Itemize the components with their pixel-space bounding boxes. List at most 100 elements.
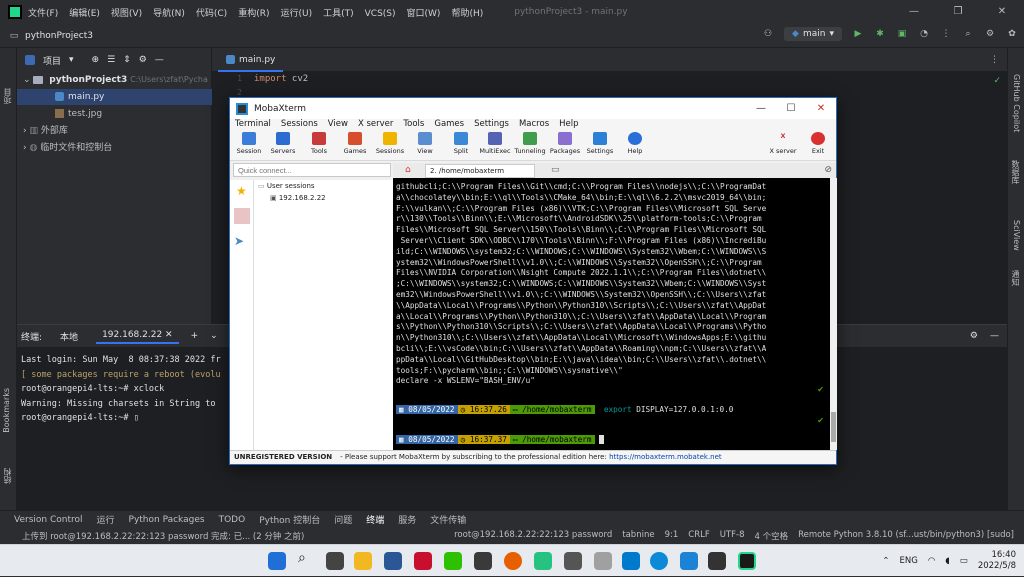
search-icon[interactable]: ⌕ bbox=[298, 550, 316, 568]
help-button[interactable]: Help bbox=[618, 132, 652, 155]
tab-home-mobaxterm[interactable]: 2. /home/mobaxterm bbox=[425, 164, 535, 178]
sessions-button[interactable]: Sessions bbox=[373, 132, 407, 155]
moba-menu-sessions[interactable]: Sessions bbox=[281, 119, 318, 131]
status-position[interactable]: 9:1 bbox=[665, 530, 679, 542]
edge-icon[interactable] bbox=[650, 552, 668, 570]
tool-run[interactable]: 运行 bbox=[97, 513, 115, 526]
session-item[interactable]: ▣ 192.168.2.22 bbox=[270, 194, 326, 202]
copilot-tool-label[interactable]: GitHub Copilot bbox=[1012, 74, 1021, 132]
more-icon[interactable]: ⋮ bbox=[940, 29, 952, 39]
status-indent[interactable]: 4 个空格 bbox=[755, 530, 789, 542]
structure-tool-label[interactable]: 结构 bbox=[2, 468, 13, 484]
moba-menu-view[interactable]: View bbox=[328, 119, 348, 131]
terminal-scrollbar[interactable] bbox=[830, 178, 837, 450]
chevron-up-icon[interactable]: ⌃ bbox=[882, 556, 889, 566]
minimize-icon[interactable]: — bbox=[746, 103, 776, 114]
tab-local[interactable]: 本地 bbox=[54, 328, 84, 345]
tab-remote[interactable]: 192.168.2.22 ✕ bbox=[96, 328, 179, 344]
project-tool-label[interactable]: 项目 bbox=[2, 88, 13, 104]
profile-icon[interactable]: ◔ bbox=[918, 29, 930, 39]
code-line[interactable]: import cv2 bbox=[254, 72, 308, 86]
xserver-button[interactable]: X X server bbox=[766, 132, 800, 155]
menu-vcs[interactable]: VCS(S) bbox=[365, 9, 396, 19]
word-icon[interactable] bbox=[384, 552, 402, 570]
tree-item-main-py[interactable]: main.py bbox=[17, 89, 212, 105]
split-button[interactable]: Split bbox=[444, 132, 478, 155]
hide-icon[interactable]: — bbox=[155, 55, 164, 65]
clock[interactable]: 16:40 2022/5/8 bbox=[978, 550, 1016, 572]
packages-button[interactable]: Packages bbox=[548, 132, 582, 155]
wifi-icon[interactable]: ◠ bbox=[928, 556, 935, 566]
pdf-icon[interactable] bbox=[414, 552, 432, 570]
moba-menu-terminal[interactable]: Terminal bbox=[235, 119, 271, 131]
menu-tools[interactable]: 工具(T) bbox=[323, 9, 354, 19]
minimize-icon[interactable]: — bbox=[892, 0, 936, 24]
tree-item-test-jpg[interactable]: test.jpg bbox=[17, 106, 212, 122]
tool-file-transfer[interactable]: 文件传输 bbox=[430, 513, 466, 526]
moba-menu-settings[interactable]: Settings bbox=[474, 119, 509, 131]
gear-icon[interactable]: ⚙ bbox=[984, 29, 996, 39]
collapse-icon[interactable]: ☰ bbox=[107, 55, 115, 65]
notifications-tool-label[interactable]: 通知 bbox=[1010, 270, 1021, 286]
moba-terminal[interactable]: githubcli;C:\\Program Files\\Git\\cmd;C:… bbox=[393, 178, 830, 450]
tool-todo[interactable]: TODO bbox=[219, 515, 246, 525]
moba-menu-xserver[interactable]: X server bbox=[358, 119, 393, 131]
moba-menu-tools[interactable]: Tools bbox=[403, 119, 424, 131]
tree-root[interactable]: ⌄ pythonProject3 C:\Users\zfat\Pycha bbox=[17, 72, 212, 88]
menu-edit[interactable]: 编辑(E) bbox=[69, 9, 100, 19]
session-button[interactable]: Session bbox=[232, 132, 266, 155]
status-message[interactable]: 上传到 root@192.168.2.22:22:123 password 完成… bbox=[22, 530, 304, 542]
github-desktop-icon[interactable] bbox=[564, 552, 582, 570]
moba-menu-help[interactable]: Help bbox=[559, 119, 578, 131]
settings-icon[interactable]: ✿ bbox=[1006, 29, 1018, 39]
close-icon[interactable]: ✕ bbox=[806, 103, 836, 114]
new-tab-icon[interactable]: ▭ bbox=[551, 165, 560, 175]
coverage-icon[interactable]: ▣ bbox=[896, 29, 908, 39]
status-tabnine[interactable]: tabnine bbox=[622, 530, 654, 542]
moba-menu-macros[interactable]: Macros bbox=[519, 119, 549, 131]
tool-services[interactable]: 服务 bbox=[398, 513, 416, 526]
firefox-icon[interactable] bbox=[504, 552, 522, 570]
tool-python-packages[interactable]: Python Packages bbox=[129, 515, 205, 525]
status-encoding[interactable]: UTF-8 bbox=[720, 530, 745, 542]
qq-icon[interactable] bbox=[534, 552, 552, 570]
tab-main-py[interactable]: main.py bbox=[218, 48, 284, 72]
tool-problems[interactable]: 问题 bbox=[334, 513, 352, 526]
vscode-icon[interactable] bbox=[622, 552, 640, 570]
restore-icon[interactable]: ❐ bbox=[936, 0, 980, 24]
multiexec-button[interactable]: MultiExec bbox=[478, 132, 512, 155]
tunneling-button[interactable]: Tunneling bbox=[513, 132, 547, 155]
status-line-sep[interactable]: CRLF bbox=[688, 530, 709, 542]
expand-icon[interactable]: ⇕ bbox=[123, 55, 131, 65]
branch-selector[interactable]: ◆ main ▾ bbox=[784, 27, 842, 41]
pycharm-taskbar-icon[interactable] bbox=[738, 552, 756, 570]
status-interpreter[interactable]: Remote Python 3.8.10 (sf...ust/bin/pytho… bbox=[798, 530, 1014, 542]
menu-refactor[interactable]: 重构(R) bbox=[238, 9, 269, 19]
gear-icon[interactable]: ⚙ bbox=[139, 55, 147, 65]
tree-item-scratches[interactable]: › ◍ 临时文件和控制台 bbox=[17, 140, 212, 156]
menu-run[interactable]: 运行(U) bbox=[280, 9, 312, 19]
mail-icon[interactable] bbox=[680, 552, 698, 570]
database-tool-label[interactable]: 数据库 bbox=[1010, 160, 1021, 184]
tools-button[interactable]: Tools bbox=[302, 132, 336, 155]
close-icon[interactable]: ✕ bbox=[980, 0, 1024, 24]
menu-view[interactable]: 视图(V) bbox=[111, 9, 142, 19]
run-icon[interactable]: ▶ bbox=[852, 29, 864, 39]
chevron-down-icon[interactable]: ⌄ bbox=[210, 331, 218, 341]
scrollbar-thumb[interactable] bbox=[831, 412, 836, 442]
status-connection[interactable]: root@192.168.2.22:22:123 password bbox=[454, 530, 612, 542]
terminal-app-icon[interactable] bbox=[708, 552, 726, 570]
menu-code[interactable]: 代码(C) bbox=[196, 9, 227, 19]
terminal-output[interactable]: Last login: Sun May 8 08:37:38 2022 fr [ … bbox=[21, 353, 221, 426]
tree-item-external-libs[interactable]: › ▥ 外部库 bbox=[17, 123, 212, 139]
exit-button[interactable]: Exit bbox=[801, 132, 835, 155]
menu-window[interactable]: 窗口(W) bbox=[407, 9, 441, 19]
quick-connect-input[interactable] bbox=[233, 163, 391, 177]
tool-terminal[interactable]: 终端 bbox=[366, 513, 384, 526]
servers-button[interactable]: Servers bbox=[266, 132, 300, 155]
moba-menu-games[interactable]: Games bbox=[434, 119, 464, 131]
user-icon[interactable]: ⚇ bbox=[762, 29, 774, 39]
locate-icon[interactable]: ⊕ bbox=[92, 55, 100, 65]
more-icon[interactable]: ⋮ bbox=[990, 55, 999, 65]
file-explorer-icon[interactable] bbox=[354, 552, 372, 570]
